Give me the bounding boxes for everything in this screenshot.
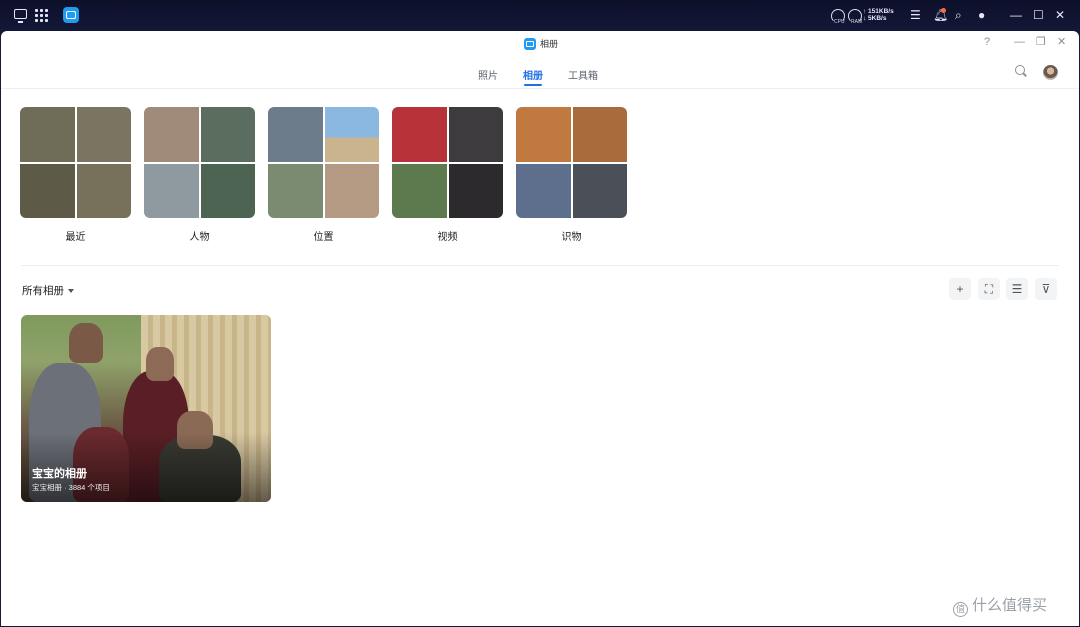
filter-button[interactable]: ⊽ xyxy=(1035,278,1057,300)
category-recent[interactable]: 最近 xyxy=(20,107,131,243)
photos-app-taskbar-icon[interactable] xyxy=(63,7,79,23)
site-watermark: 值什么值得买 xyxy=(953,594,1047,617)
show-desktop-icon[interactable] xyxy=(14,9,27,23)
photos-app-window: 相册 ? — ❐ ✕ 照片 相册 工具箱 最近 人物 位置 视频 识物 所有相册… xyxy=(1,31,1079,626)
window-maximize-icon[interactable]: ☐ xyxy=(1033,9,1044,22)
category-objects-thumbnail xyxy=(516,107,627,218)
download-speed: ↓ 5KB/s xyxy=(863,15,887,22)
caret-down-icon xyxy=(68,289,74,294)
all-albums-heading: 所有相册 xyxy=(22,285,64,297)
section-divider xyxy=(21,265,1059,266)
help-button[interactable]: ? xyxy=(984,36,990,49)
restore-button[interactable]: ❐ xyxy=(1036,36,1046,49)
avatar[interactable] xyxy=(1043,65,1058,80)
task-manager-icon[interactable]: ☰ xyxy=(910,9,921,22)
album-title: 宝宝的相册 xyxy=(32,468,87,480)
category-places-thumbnail xyxy=(268,107,379,218)
sort-button[interactable]: ☰ xyxy=(1006,278,1028,300)
category-videos-thumbnail xyxy=(392,107,503,218)
category-label: 识物 xyxy=(561,232,582,243)
category-label: 位置 xyxy=(313,232,334,243)
cpu-label: CPU xyxy=(834,19,845,25)
watermark-logo-icon: 值 xyxy=(953,602,968,617)
category-videos[interactable]: 视频 xyxy=(392,107,503,243)
window-titlebar[interactable]: 相册 ? — ❐ ✕ xyxy=(1,31,1079,57)
global-search-icon[interactable]: ⌕ xyxy=(955,9,962,22)
category-people[interactable]: 人物 xyxy=(144,107,255,243)
all-albums-dropdown[interactable]: 所有相册 xyxy=(22,283,74,298)
tab-toolbox[interactable]: 工具箱 xyxy=(568,67,598,82)
user-account-icon[interactable]: ● xyxy=(978,9,985,22)
category-objects[interactable]: 识物 xyxy=(516,107,627,243)
watermark-text: 什么值得买 xyxy=(972,597,1048,614)
tab-albums[interactable]: 相册 xyxy=(523,67,543,82)
category-label: 视频 xyxy=(437,232,458,243)
app-launcher-icon[interactable] xyxy=(35,9,48,22)
tab-photos[interactable]: 照片 xyxy=(478,67,498,82)
album-subtitle: 宝宝相册 · 3884 个项目 xyxy=(32,483,110,492)
system-taskbar: CPU RAM ↑ 151KB/s ↓ 5KB/s ☰ 🔔︎ ⌕ ● — ☐ ✕ xyxy=(0,0,1080,31)
category-label: 最近 xyxy=(65,232,86,243)
window-close-icon[interactable]: ✕ xyxy=(1055,9,1065,22)
category-recent-thumbnail xyxy=(20,107,131,218)
ram-label: RAM xyxy=(851,19,863,25)
window-title: 相册 xyxy=(540,39,559,49)
window-minimize-icon[interactable]: — xyxy=(1010,9,1022,22)
main-tabs: 照片 相册 工具箱 xyxy=(1,57,1079,89)
album-card[interactable]: 宝宝的相册 宝宝相册 · 3884 个项目 xyxy=(21,315,271,502)
upload-speed: ↑ 151KB/s xyxy=(863,8,894,15)
photos-app-icon xyxy=(524,38,536,50)
category-label: 人物 xyxy=(189,232,210,243)
minimize-button[interactable]: — xyxy=(1014,36,1025,49)
select-button[interactable]: ⛶ xyxy=(978,278,1000,300)
network-speed: ↑ 151KB/s ↓ 5KB/s xyxy=(863,8,894,22)
notification-dot xyxy=(941,8,946,13)
close-button[interactable]: ✕ xyxy=(1057,36,1066,49)
add-album-button[interactable]: + xyxy=(949,278,971,300)
active-tab-indicator xyxy=(524,84,542,86)
category-people-thumbnail xyxy=(144,107,255,218)
search-icon[interactable] xyxy=(1015,65,1025,75)
category-places[interactable]: 位置 xyxy=(268,107,379,243)
